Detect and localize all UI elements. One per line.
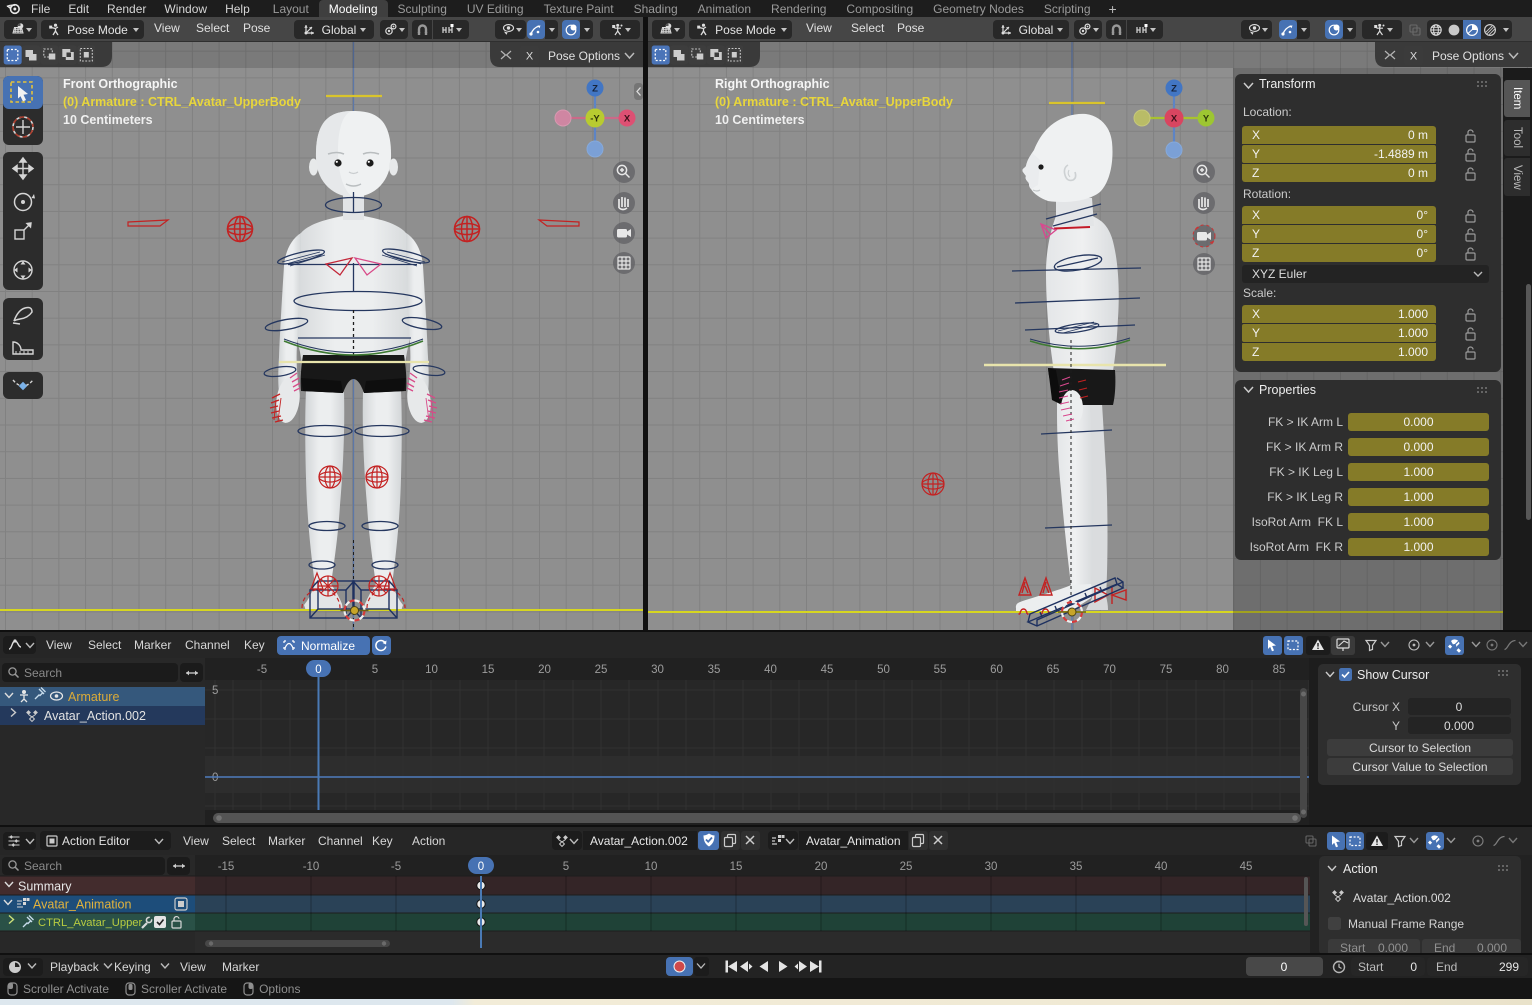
svg-text:Z: Z [592,84,598,95]
svg-text:Cursor X: Cursor X [1353,700,1400,714]
svg-text:85: 85 [1273,664,1286,676]
svg-text:X: X [1410,51,1418,63]
svg-text:-15: -15 [218,861,235,873]
svg-text:299: 299 [1499,960,1519,974]
svg-text:10 Centimeters: 10 Centimeters [715,113,805,127]
svg-text:Start: Start [1358,960,1384,974]
svg-text:End: End [1434,941,1455,955]
svg-text:40: 40 [764,664,777,676]
svg-text:Cursor to Selection: Cursor to Selection [1369,741,1471,755]
svg-text:0: 0 [212,772,218,784]
svg-text:Channel: Channel [185,638,230,652]
svg-text:0.000: 0.000 [1378,941,1408,955]
svg-text:Y: Y [1203,114,1210,125]
svg-text:CTRL_Avatar_Upper: CTRL_Avatar_Upper [38,917,143,929]
svg-text:Keying: Keying [114,960,151,974]
svg-text:Cursor Value to Selection: Cursor Value to Selection [1352,760,1487,774]
svg-text:Marker: Marker [134,638,171,652]
svg-text:50: 50 [877,664,890,676]
svg-text:40: 40 [1155,861,1168,873]
svg-text:15: 15 [730,861,743,873]
svg-text:25: 25 [900,861,913,873]
svg-text:35: 35 [708,664,721,676]
svg-text:Normalize: Normalize [301,639,355,653]
svg-text:0: 0 [478,861,484,873]
svg-text:Action: Action [412,834,445,848]
svg-text:20: 20 [538,664,551,676]
svg-text:Marker: Marker [222,960,259,974]
svg-text:Select: Select [222,834,256,848]
svg-text:0.000: 0.000 [1444,719,1474,733]
svg-text:-5: -5 [257,664,267,676]
svg-text:Manual Frame Range: Manual Frame Range [1348,917,1464,931]
svg-text:45: 45 [1240,861,1253,873]
svg-text:End: End [1436,960,1457,974]
svg-text:25: 25 [595,664,608,676]
svg-text:-10: -10 [303,861,320,873]
svg-text:60: 60 [990,664,1003,676]
svg-text:Key: Key [372,834,393,848]
svg-text:15: 15 [482,664,495,676]
svg-text:Avatar_Action.002: Avatar_Action.002 [44,709,146,723]
svg-text:Select: Select [88,638,122,652]
svg-text:(0) Armature : CTRL_Avatar_Upp: (0) Armature : CTRL_Avatar_UpperBody [715,95,953,109]
svg-text:Channel: Channel [318,834,363,848]
svg-text:Avatar_Action.002: Avatar_Action.002 [590,834,688,848]
svg-text:0: 0 [1410,960,1417,974]
svg-text:View: View [46,638,72,652]
svg-text:X: X [526,51,534,63]
svg-text:(0) Armature : CTRL_Avatar_Upp: (0) Armature : CTRL_Avatar_UpperBody [63,95,301,109]
svg-text:Show Cursor: Show Cursor [1357,668,1429,682]
svg-text:Right Orthographic: Right Orthographic [715,77,830,91]
svg-text:Pose Options: Pose Options [1432,49,1504,63]
svg-text:-5: -5 [391,861,401,873]
svg-text:0: 0 [1456,700,1463,714]
svg-text:Y: Y [1392,719,1400,733]
svg-text:Pose Options: Pose Options [548,49,620,63]
svg-text:0: 0 [315,664,321,676]
svg-text:20: 20 [815,861,828,873]
svg-text:75: 75 [1160,664,1173,676]
svg-text:Armature: Armature [68,690,119,704]
svg-text:-Y: -Y [590,114,600,125]
svg-text:Front Orthographic: Front Orthographic [63,77,178,91]
svg-text:0: 0 [1281,960,1288,974]
svg-text:5: 5 [212,685,218,697]
svg-text:45: 45 [821,664,834,676]
svg-text:X: X [1171,114,1178,125]
svg-text:Action Editor: Action Editor [62,834,130,848]
svg-text:Avatar_Action.002: Avatar_Action.002 [1353,891,1451,905]
svg-text:Avatar_Animation: Avatar_Animation [33,898,131,912]
svg-text:30: 30 [985,861,998,873]
svg-text:55: 55 [934,664,947,676]
svg-text:X: X [624,114,631,125]
svg-text:View: View [183,834,209,848]
svg-text:View: View [180,960,206,974]
svg-text:Key: Key [244,638,265,652]
svg-text:5: 5 [563,861,569,873]
svg-text:70: 70 [1103,664,1116,676]
svg-text:10: 10 [425,664,438,676]
svg-text:35: 35 [1070,861,1083,873]
svg-text:Avatar_Animation: Avatar_Animation [806,834,901,848]
svg-text:Z: Z [1171,84,1177,95]
svg-text:80: 80 [1216,664,1229,676]
svg-text:Search: Search [24,666,62,680]
svg-text:10: 10 [645,861,658,873]
svg-text:0.000: 0.000 [1477,941,1507,955]
svg-text:Marker: Marker [268,834,305,848]
svg-text:Search: Search [24,859,62,873]
svg-text:Summary: Summary [18,880,72,894]
svg-text:10 Centimeters: 10 Centimeters [63,113,153,127]
svg-text:5: 5 [372,664,378,676]
svg-text:Action: Action [1343,862,1378,876]
svg-text:Start: Start [1340,941,1366,955]
svg-text:30: 30 [651,664,664,676]
svg-text:Playback: Playback [50,960,100,974]
svg-text:65: 65 [1047,664,1060,676]
